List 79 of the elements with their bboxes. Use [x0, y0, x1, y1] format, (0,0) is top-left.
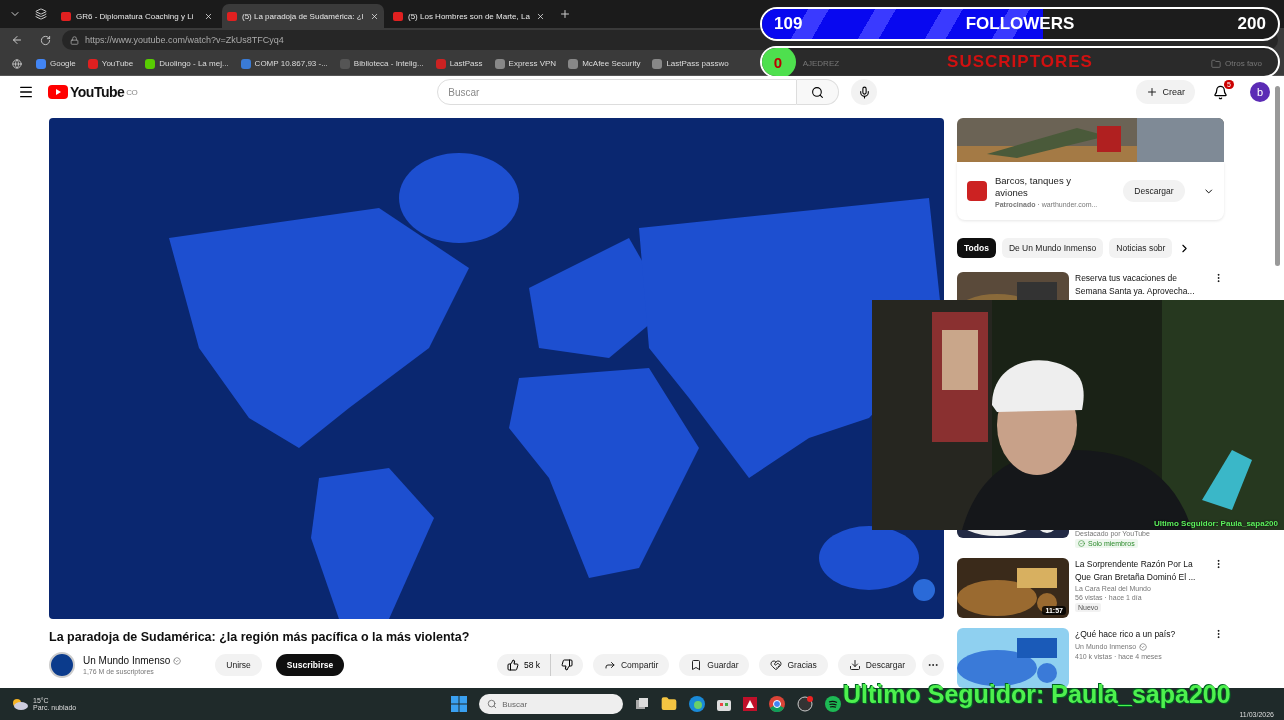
favicon-icon: [227, 11, 237, 21]
bookmark-link[interactable]: LastPass passwo: [652, 58, 729, 69]
plus-icon: [1146, 86, 1159, 98]
bookmark-link[interactable]: COMP 10.867,93 -...: [240, 58, 328, 69]
cloud-sun-icon: [10, 697, 28, 711]
thumbs-up-icon: [506, 659, 519, 671]
video-title[interactable]: La Sorprendente Razón Por La Que Gran Bretaña Dominó El ...: [1075, 558, 1200, 583]
join-button[interactable]: Unirse: [215, 654, 262, 676]
action-button[interactable]: Compartir: [593, 654, 670, 676]
bookmark-link[interactable]: YouTube: [87, 58, 134, 69]
filter-chip[interactable]: De Un Mundo Inmenso: [1001, 238, 1104, 258]
favicon-icon: [393, 11, 403, 21]
bookmark-link[interactable]: LastPass: [435, 58, 483, 69]
mic-button[interactable]: [851, 79, 878, 105]
ad-title[interactable]: Barcos, tanques y aviones: [995, 174, 1098, 199]
verified-icon: [1139, 642, 1148, 651]
action-button[interactable]: Gracias: [759, 654, 828, 676]
action-button[interactable]: Guardar: [679, 654, 750, 676]
browser-tab[interactable]: (5) La paradoja de Sudamérica: ¿l: [222, 4, 384, 28]
task-view-icon[interactable]: [635, 697, 650, 711]
verified-icon: [173, 656, 182, 665]
scrollbar[interactable]: [1275, 86, 1280, 266]
account-avatar[interactable]: b: [1250, 82, 1270, 102]
search-icon: [487, 699, 498, 709]
bookmark-link[interactable]: Duolingo - La mej...: [145, 58, 229, 69]
folder-icon: [1211, 58, 1222, 69]
video-title[interactable]: ¿Qué hace rico a un país?: [1075, 628, 1200, 641]
browser-tab[interactable]: GR6 - Diplomatura Coaching y Li: [56, 4, 218, 28]
record-icon[interactable]: [797, 696, 814, 712]
channel-avatar[interactable]: [49, 652, 75, 678]
browser-icon[interactable]: [689, 696, 706, 712]
folder-icon[interactable]: [661, 696, 678, 712]
back-arrow-icon: [11, 34, 23, 46]
mic-icon: [857, 85, 871, 99]
reload-icon: [39, 34, 51, 46]
filter-chip[interactable]: Noticias sobr: [1109, 238, 1173, 258]
last-follower-text: Ultimo Seguidor: Paula_sapa200: [843, 680, 1231, 709]
ad-logo-icon: [967, 181, 987, 201]
lock-icon: [70, 35, 79, 45]
app-icon[interactable]: [743, 697, 758, 711]
store-icon[interactable]: [717, 697, 732, 711]
spotify-icon[interactable]: [825, 696, 842, 712]
close-icon[interactable]: [536, 11, 545, 21]
windows-icon[interactable]: [451, 696, 468, 712]
thumbs-down-icon: [561, 659, 573, 671]
share-arrow-icon: [604, 659, 616, 671]
search-icon: [811, 85, 825, 99]
search-button[interactable]: [797, 79, 840, 105]
subscribers-label: SUSCRIPTORES: [947, 52, 1093, 72]
favicon-icon: [61, 11, 71, 21]
close-icon[interactable]: [204, 11, 213, 21]
filter-chip[interactable]: Todos: [957, 238, 996, 258]
taskbar-search[interactable]: Buscar: [479, 694, 624, 714]
download-icon: [848, 659, 861, 671]
more-button[interactable]: [922, 654, 944, 676]
globe-icon: [12, 58, 22, 69]
bookmark-link[interactable]: McAfee Security: [568, 58, 641, 69]
bookmark-icon: [690, 659, 703, 671]
youtube-logo[interactable]: YouTubeCO: [48, 84, 138, 100]
check-circle-icon: [1078, 540, 1085, 547]
layers-icon: [35, 8, 47, 20]
video-title[interactable]: Reserva tus vacaciones de Semana Santa ya. Aprovecha...: [1075, 272, 1200, 297]
bookmark-link[interactable]: Express VPN: [494, 58, 557, 69]
heart-hand-icon: [770, 659, 783, 671]
bookmark-link[interactable]: Biblioteca - Intelig...: [339, 58, 424, 69]
video-title: La paradoja de Sudamérica: ¿la región más pacífica o la más violenta?: [49, 630, 471, 644]
plus-icon: [559, 8, 571, 20]
bell-icon[interactable]: [1213, 84, 1228, 100]
action-button[interactable]: Descargar: [837, 654, 916, 676]
download-button[interactable]: Descargar: [1123, 180, 1185, 202]
search-field[interactable]: Buscar: [437, 79, 798, 105]
browser-tab[interactable]: (5) Los Hombres son de Marte, La: [388, 4, 550, 28]
channel-name[interactable]: Un Mundo Inmenso: [83, 655, 182, 666]
close-icon[interactable]: [370, 11, 379, 21]
menu-icon[interactable]: [18, 84, 34, 100]
chrome-icon[interactable]: [769, 696, 786, 712]
subscribe-button[interactable]: Suscribirse: [275, 654, 345, 676]
bookmark-link[interactable]: Google: [36, 58, 76, 69]
create-button[interactable]: Crear: [1136, 80, 1195, 104]
